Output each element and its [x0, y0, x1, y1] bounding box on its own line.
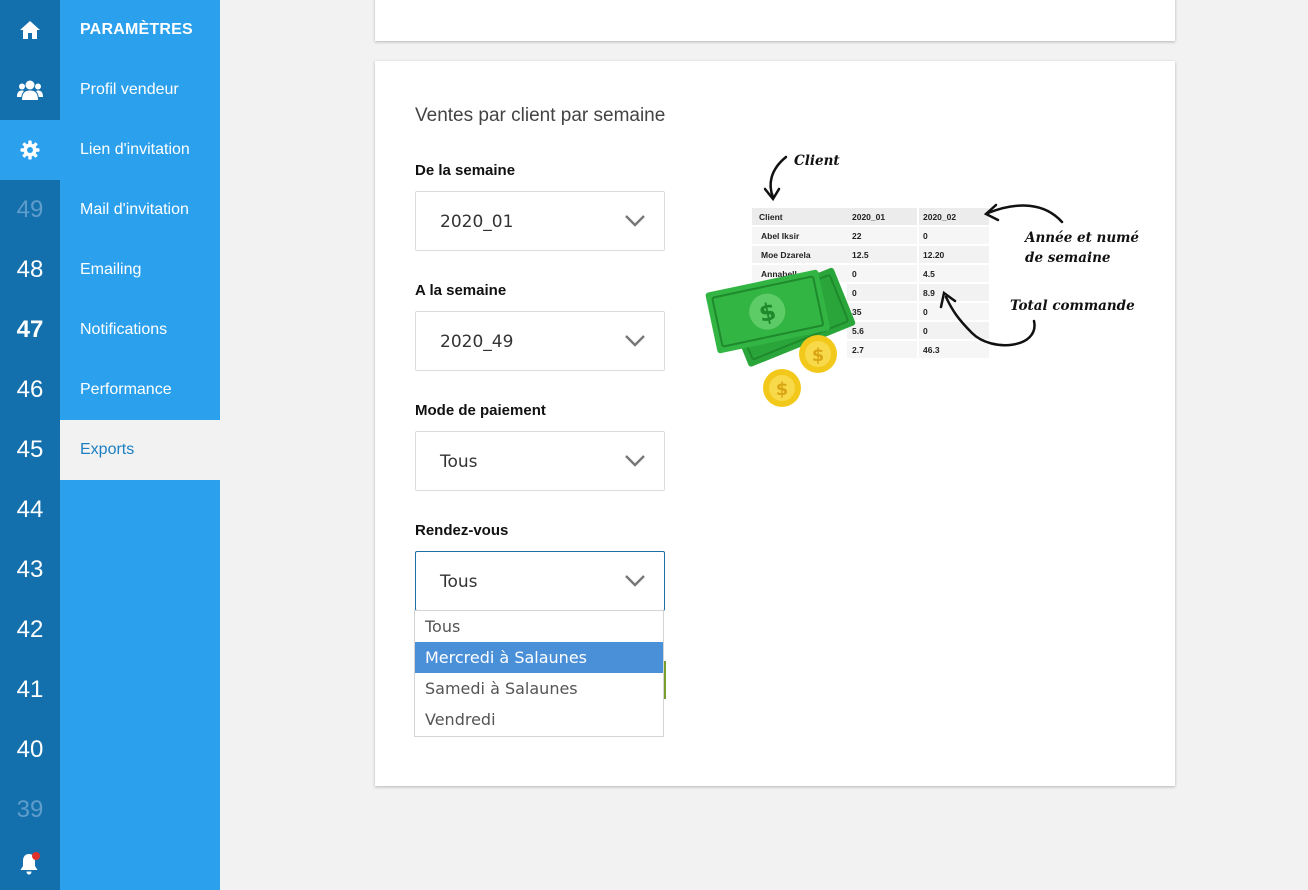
- left-rail: 49 48 47 46 45 44 43 42 41 40 39: [0, 0, 60, 890]
- rail-week-48[interactable]: 48: [0, 240, 60, 300]
- payment-select[interactable]: Tous: [415, 431, 665, 491]
- rail-week-45[interactable]: 45: [0, 420, 60, 480]
- chevron-down-icon: [625, 575, 645, 587]
- sidebar-item-performance[interactable]: Performance: [60, 360, 220, 420]
- rail-week-41[interactable]: 41: [0, 660, 60, 720]
- table-cell: 12.20: [923, 250, 945, 260]
- table-cell: Moe Dzarela: [761, 250, 811, 260]
- sidebar-title: PARAMÈTRES: [80, 21, 193, 38]
- annotation-year-week: de semaine: [1025, 250, 1111, 266]
- export-illustration: Client 2020_01 2020_02 Abel Iksir 22 0 M…: [705, 153, 1140, 407]
- rail-week-40[interactable]: 40: [0, 720, 60, 780]
- chevron-down-icon: [625, 215, 645, 227]
- gear-icon[interactable]: [0, 120, 60, 180]
- table-cell: 8.9: [923, 288, 935, 298]
- table-cell: 0: [852, 288, 857, 298]
- to-week-select[interactable]: 2020_49: [415, 311, 665, 371]
- sidebar-item-exports[interactable]: Exports: [60, 420, 220, 480]
- sidebar-item-profil-vendeur[interactable]: Profil vendeur: [60, 60, 220, 120]
- svg-text:$: $: [812, 345, 825, 366]
- table-header: 2020_01: [852, 212, 885, 222]
- table-cell: 2.7: [852, 345, 864, 355]
- to-week-label: A la semaine: [415, 282, 507, 299]
- table-cell: 0: [852, 269, 857, 279]
- rail-week-39[interactable]: 39: [0, 780, 60, 840]
- dropdown-option[interactable]: Vendredi: [415, 704, 663, 735]
- from-week-value: 2020_01: [440, 212, 514, 232]
- appointment-dropdown: Tous Mercredi à Salaunes Samedi à Salaun…: [414, 610, 664, 737]
- bell-icon[interactable]: [0, 834, 60, 890]
- rail-week-46[interactable]: 46: [0, 360, 60, 420]
- sidebar-item-emailing[interactable]: Emailing: [60, 240, 220, 300]
- rail-week-49[interactable]: 49: [0, 180, 60, 240]
- table-cell: 35: [852, 307, 862, 317]
- annotation-total: Total commande: [1010, 298, 1135, 314]
- rail-week-43[interactable]: 43: [0, 540, 60, 600]
- from-week-label: De la semaine: [415, 162, 516, 179]
- export-title: Ventes par client par semaine: [415, 105, 666, 126]
- table-cell: 12.5: [852, 250, 869, 260]
- sidebar-item-mail-invitation[interactable]: Mail d'invitation: [60, 180, 220, 240]
- payment-label: Mode de paiement: [415, 402, 546, 419]
- sidebar-item-lien-invitation[interactable]: Lien d'invitation: [60, 120, 220, 180]
- table-cell: 22: [852, 231, 862, 241]
- table-header: Client: [759, 212, 783, 222]
- money-bills: $ $ $ $: [705, 267, 856, 407]
- table-cell: 0: [923, 326, 928, 336]
- previous-export-card: [375, 0, 1175, 41]
- appointment-label: Rendez-vous: [415, 522, 509, 539]
- table-cell: 0: [923, 307, 928, 317]
- table-cell: 46.3: [923, 345, 940, 355]
- users-icon[interactable]: [0, 60, 60, 120]
- table-cell: 4.5: [923, 269, 935, 279]
- dropdown-option-highlighted[interactable]: Mercredi à Salaunes: [415, 642, 663, 673]
- settings-sidebar: PARAMÈTRES Profil vendeur Lien d'invitat…: [60, 0, 220, 890]
- sidebar-item-notifications[interactable]: Notifications: [60, 300, 220, 360]
- table-cell: 5.6: [852, 326, 864, 336]
- dropdown-option[interactable]: Samedi à Salaunes: [415, 673, 663, 704]
- from-week-select[interactable]: 2020_01: [415, 191, 665, 251]
- annotation-year-week: Année et numéro: [1023, 230, 1140, 246]
- svg-text:$: $: [776, 379, 789, 400]
- table-header: 2020_02: [923, 212, 956, 222]
- rail-week-44[interactable]: 44: [0, 480, 60, 540]
- chevron-down-icon: [625, 455, 645, 467]
- rail-week-47[interactable]: 47: [0, 300, 60, 360]
- export-card: Ventes par client par semaine De la sema…: [375, 61, 1175, 786]
- appointment-value: Tous: [440, 572, 478, 592]
- rail-week-42[interactable]: 42: [0, 600, 60, 660]
- payment-value: Tous: [440, 452, 478, 472]
- chevron-down-icon: [625, 335, 645, 347]
- table-cell: 0: [923, 231, 928, 241]
- annotation-client: Client: [794, 153, 840, 169]
- to-week-value: 2020_49: [440, 332, 514, 352]
- home-icon[interactable]: [0, 0, 60, 60]
- appointment-select[interactable]: Tous: [415, 551, 665, 611]
- table-cell: Abel Iksir: [761, 231, 800, 241]
- dropdown-option[interactable]: Tous: [415, 611, 663, 642]
